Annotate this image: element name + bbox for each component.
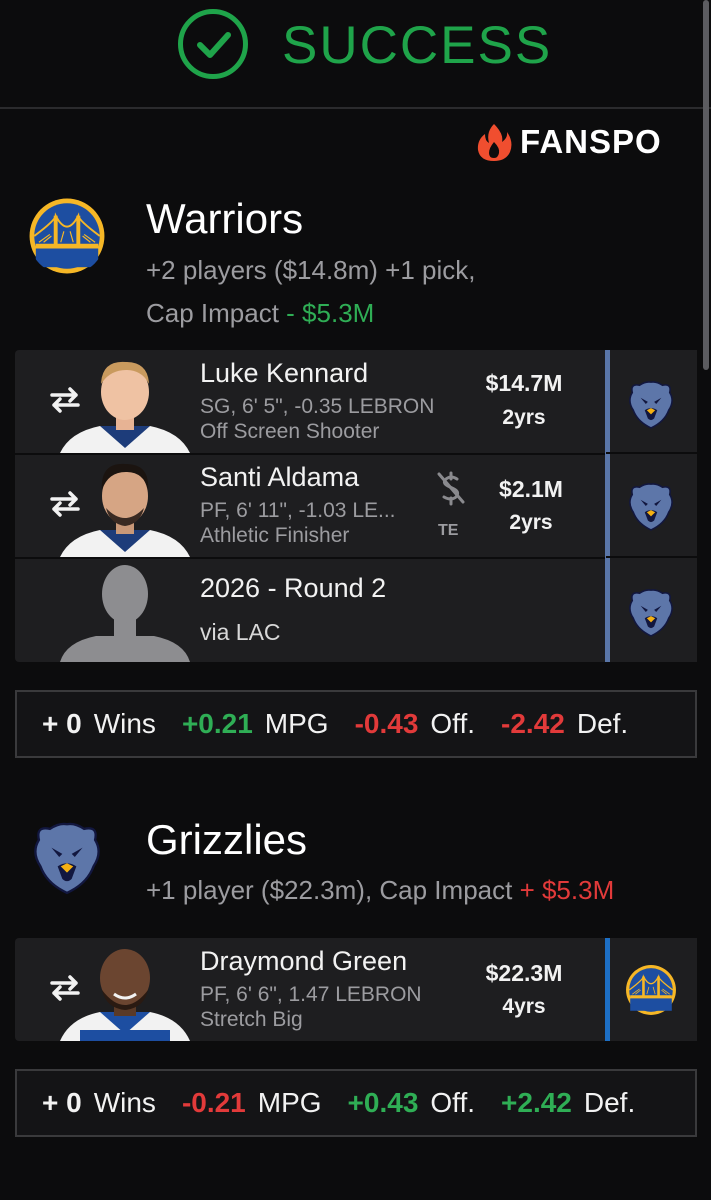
off-label: Off. [430, 708, 476, 739]
team-name-warriors: Warriors [146, 195, 304, 242]
wins-label: Wins [93, 1087, 156, 1118]
mpg-value: +0.21 [181, 708, 253, 739]
from-team-column [610, 350, 697, 662]
scrollbar[interactable] [703, 0, 709, 370]
warriors-logo-icon [28, 197, 106, 275]
pick-row-2026-round-2[interactable]: 2026 - Round 2 via LAC [15, 558, 607, 664]
player-headshot-luke-kennard [60, 361, 190, 453]
flame-icon [477, 124, 512, 161]
brand-name: FANSPO [520, 123, 662, 160]
grizzlies-logo-icon [625, 480, 677, 532]
warriors-logo-icon [625, 964, 677, 1016]
player-row-santi-aldama[interactable]: Santi Aldama PF, 6' 11", -1.03 LE... Ath… [15, 454, 607, 559]
cap-impact-label: Cap Impact [146, 298, 287, 328]
warriors-incoming-card: Luke Kennard SG, 6' 5", -0.35 LEBRON Off… [15, 350, 697, 664]
mpg-label: MPG [264, 708, 329, 739]
warriors-summary: +2 players ($14.8m) +1 pick, [146, 255, 476, 285]
grizzlies-impact-stats: + 0 Wins -0.21 MPG +0.43 Off. +2.42 Def. [15, 1069, 697, 1137]
player-salary: $22.3M [485, 960, 563, 986]
row-separator [606, 452, 697, 454]
player-row-luke-kennard[interactable]: Luke Kennard SG, 6' 5", -0.35 LEBRON Off… [15, 350, 607, 455]
row-separator [606, 556, 697, 558]
player-headshot-draymond-green [60, 949, 190, 1041]
warriors-cap-impact: Cap Impact - $5.3M [146, 297, 374, 329]
grizzlies-logo-icon [625, 586, 677, 638]
grizzlies-logo-icon [28, 818, 106, 896]
team-name-grizzlies: Grizzlies [146, 816, 308, 863]
def-value: -2.42 [501, 708, 565, 739]
wins-label: Wins [93, 708, 156, 739]
wins-value: + 0 [42, 708, 82, 739]
pick-title: 2026 - Round 2 [200, 573, 387, 603]
grizzlies-logo-icon [625, 378, 677, 430]
player-salary: $14.7M [485, 370, 563, 396]
player-headshot-santi-aldama [60, 463, 190, 557]
player-details: SG, 6' 5", -0.35 LEBRON [200, 395, 435, 418]
off-value: -0.43 [354, 708, 419, 739]
player-name: Luke Kennard [200, 358, 369, 388]
no-salary-icon [437, 471, 465, 506]
player-role: Athletic Finisher [200, 524, 350, 547]
grizzlies-incoming-card: Draymond Green PF, 6' 6", 1.47 LEBRON St… [15, 938, 697, 1043]
grizzlies-summary-text: +1 player ($22.3m), Cap Impact [146, 875, 520, 905]
silhouette-icon [60, 565, 190, 662]
fanspo-brand: FANSPO [474, 120, 662, 164]
player-row-draymond-green[interactable]: Draymond Green PF, 6' 6", 1.47 LEBRON St… [15, 938, 607, 1043]
player-details: PF, 6' 6", 1.47 LEBRON [200, 983, 422, 1006]
status-text: SUCCESS [282, 16, 553, 75]
check-circle-icon [178, 9, 248, 79]
mpg-label: MPG [257, 1087, 322, 1118]
wins-value: + 0 [42, 1087, 82, 1118]
grizzlies-summary: +1 player ($22.3m), Cap Impact + $5.3M [146, 874, 614, 906]
player-details: PF, 6' 11", -1.03 LE... [200, 499, 396, 522]
player-salary: $2.1M [499, 476, 563, 502]
def-label: Def. [583, 1087, 636, 1118]
player-name: Santi Aldama [200, 462, 360, 492]
player-name: Draymond Green [200, 946, 408, 976]
contract-years: 4yrs [502, 995, 546, 1018]
pick-origin: via LAC [200, 619, 281, 645]
def-value: +2.42 [501, 1087, 572, 1118]
off-label: Off. [430, 1087, 476, 1118]
cap-impact-value: - $5.3M [286, 298, 375, 328]
from-team-column [610, 938, 697, 1041]
trade-exception-label: TE [438, 522, 459, 539]
def-label: Def. [576, 708, 629, 739]
player-role: Stretch Big [200, 1008, 303, 1031]
warriors-impact-stats: + 0 Wins +0.21 MPG -0.43 Off. -2.42 Def. [15, 690, 697, 758]
mpg-value: -0.21 [181, 1087, 246, 1118]
cap-impact-value: + $5.3M [519, 875, 615, 905]
off-value: +0.43 [347, 1087, 419, 1118]
contract-years: 2yrs [509, 511, 553, 534]
contract-years: 2yrs [502, 406, 546, 429]
player-role: Off Screen Shooter [200, 420, 380, 443]
